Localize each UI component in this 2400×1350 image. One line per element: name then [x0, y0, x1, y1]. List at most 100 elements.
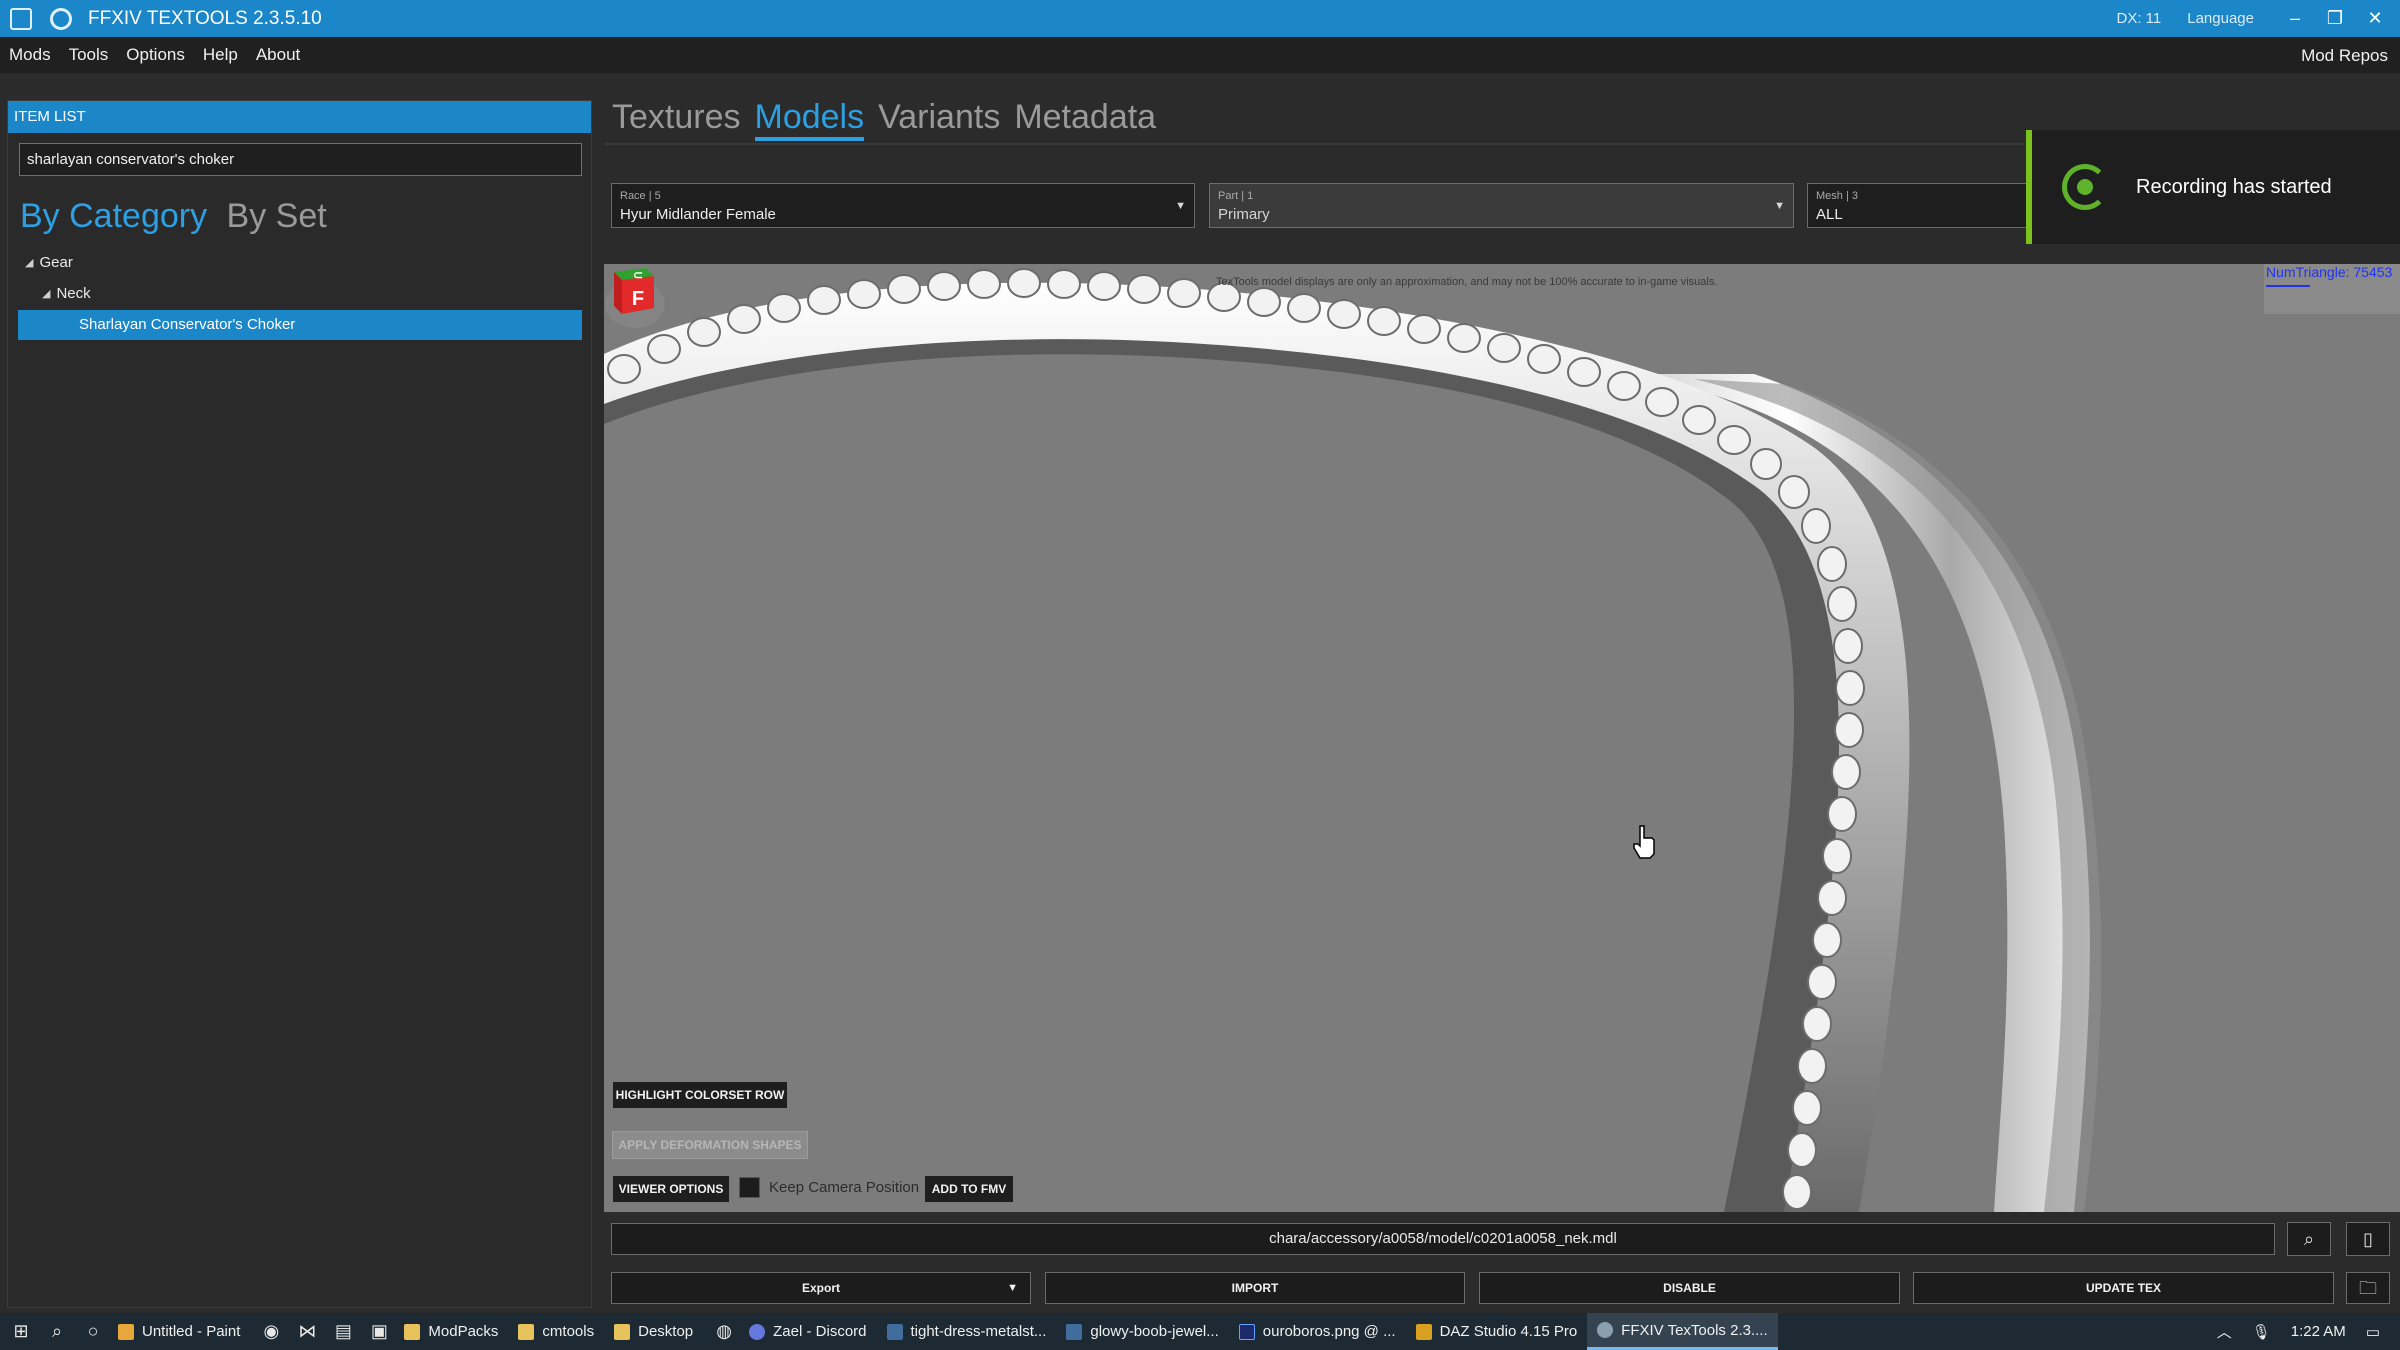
- mod-repos-button[interactable]: Mod Repos: [2301, 46, 2388, 66]
- taskbar-app-cmtools[interactable]: cmtools: [508, 1313, 604, 1350]
- race-label: Race | 5: [620, 190, 661, 202]
- mesh-dropdown[interactable]: Mesh | 3 ALL: [1807, 183, 2027, 228]
- recording-icon: [2062, 164, 2108, 210]
- race-value: Hyur Midlander Female: [620, 206, 776, 223]
- tab-metadata[interactable]: Metadata: [1014, 98, 1156, 141]
- menu-about[interactable]: About: [256, 45, 300, 65]
- minimize-button[interactable]: –: [2280, 8, 2310, 29]
- window-title: FFXIV TEXTOOLS 2.3.5.10: [88, 7, 322, 29]
- model-path-field[interactable]: chara/accessory/a0058/model/c0201a0058_n…: [611, 1223, 2275, 1255]
- axis-front-letter: F: [632, 288, 644, 310]
- axis-cube-icon[interactable]: ⊂ F: [604, 264, 666, 328]
- menu-tools[interactable]: Tools: [69, 45, 109, 65]
- main-tabs: Textures Models Variants Metadata: [612, 98, 1170, 141]
- taskbar-app-paint[interactable]: Untitled - Paint: [108, 1313, 250, 1350]
- race-dropdown[interactable]: Race | 5 Hyur Midlander Female ▼: [611, 183, 1195, 228]
- model-viewport[interactable]: TexTools model displays are only an appr…: [604, 264, 2400, 1212]
- chevron-down-icon: ▼: [1175, 200, 1186, 212]
- file-icon[interactable]: ▯: [2346, 1222, 2390, 1256]
- chevron-down-icon[interactable]: ▼: [1007, 1273, 1018, 1303]
- windows-taskbar: ⊞ ⌕ ○ Untitled - Paint ◉ ⋈ ▤ ▣ ModPacks …: [0, 1313, 2400, 1350]
- model-disclaimer: TexTools model displays are only an appr…: [1216, 276, 1718, 288]
- tab-models[interactable]: Models: [754, 98, 865, 141]
- chevron-down-icon: ▼: [1774, 200, 1785, 212]
- tab-textures[interactable]: Textures: [612, 98, 741, 141]
- export-label: Export: [801, 1281, 840, 1295]
- tree-node-label: Gear: [39, 254, 73, 271]
- github-icon[interactable]: [50, 7, 72, 30]
- apply-deformation-shapes-button[interactable]: APPLY DEFORMATION SHAPES: [612, 1131, 808, 1159]
- explorer-icon[interactable]: ▣: [364, 1313, 394, 1350]
- import-button[interactable]: IMPORT: [1045, 1272, 1465, 1304]
- notepad-icon[interactable]: ▤: [328, 1313, 358, 1350]
- taskbar-app-tight-dress[interactable]: tight-dress-metalst...: [877, 1313, 1057, 1350]
- tree-node-neck[interactable]: ◢ Neck: [42, 285, 91, 302]
- search-icon[interactable]: ⌕: [42, 1313, 72, 1350]
- vs-icon[interactable]: ⋈: [292, 1313, 322, 1350]
- tree-node-gear[interactable]: ◢ Gear: [25, 254, 73, 271]
- mesh-label: Mesh | 3: [1816, 190, 1858, 202]
- part-value: Primary: [1218, 206, 1270, 223]
- add-to-fmv-button[interactable]: ADD TO FMV: [924, 1175, 1014, 1203]
- triangle-count: NumTriangle: 75453: [2264, 264, 2400, 314]
- windows-start-icon[interactable]: ⊞: [6, 1313, 36, 1350]
- close-button[interactable]: ✕: [2360, 8, 2390, 29]
- taskbar-app-modpacks[interactable]: ModPacks: [394, 1313, 508, 1350]
- tab-variants[interactable]: Variants: [878, 98, 1000, 141]
- part-dropdown[interactable]: Part | 1 Primary ▼: [1209, 183, 1794, 228]
- keep-camera-checkbox[interactable]: Keep Camera Position: [739, 1177, 919, 1198]
- viewer-options-button[interactable]: VIEWER OPTIONS: [612, 1175, 730, 1203]
- system-tray: ︿ 🎙 1:22 AM ▭: [2217, 1313, 2400, 1350]
- item-list-header: ITEM LIST: [8, 101, 591, 133]
- title-bar: FFXIV TEXTOOLS 2.3.5.10 DX: 11 Language …: [0, 0, 2400, 37]
- part-label: Part | 1: [1218, 190, 1254, 202]
- dx-version[interactable]: DX: 11: [2117, 10, 2162, 27]
- tab-by-set[interactable]: By Set: [227, 197, 327, 235]
- item-list-panel: ITEM LIST By Category By Set ◢ Gear ◢ Ne…: [7, 100, 592, 1308]
- taskbar-app-discord[interactable]: Zael - Discord: [739, 1313, 876, 1350]
- taskbar-app-desktop[interactable]: Desktop: [604, 1313, 703, 1350]
- tabs-divider: [605, 143, 2025, 145]
- taskbar-app-glowy[interactable]: glowy-boob-jewel...: [1056, 1313, 1228, 1350]
- menu-bar: Mods Tools Options Help About Mod Repos: [0, 37, 2400, 73]
- menu-options[interactable]: Options: [126, 45, 185, 65]
- item-search-input[interactable]: [19, 143, 582, 176]
- triangle-count-text: NumTriangle: 75453: [2266, 264, 2393, 280]
- tree-item-selected[interactable]: Sharlayan Conservator's Choker: [18, 310, 582, 340]
- app-icon: [10, 7, 32, 30]
- update-tex-button[interactable]: UPDATE TEX: [1913, 1272, 2334, 1304]
- tree-node-label: Neck: [56, 285, 91, 302]
- taskbar-app-textools[interactable]: FFXIV TexTools 2.3....: [1587, 1313, 1778, 1350]
- menu-help[interactable]: Help: [203, 45, 238, 65]
- menu-mods[interactable]: Mods: [9, 45, 51, 65]
- language-button[interactable]: Language: [2187, 10, 2254, 27]
- triangle-count-underline: [2266, 285, 2310, 287]
- clock-text[interactable]: 1:22 AM: [2291, 1323, 2346, 1340]
- restore-button[interactable]: ❐: [2320, 8, 2350, 29]
- choker-model-render: [604, 268, 2102, 1212]
- chrome-icon[interactable]: ◍: [709, 1313, 739, 1350]
- recording-toast[interactable]: Recording has started: [2026, 130, 2400, 244]
- obs-icon[interactable]: ◉: [256, 1313, 286, 1350]
- expand-arrow-icon[interactable]: ◢: [42, 287, 50, 300]
- mesh-value: ALL: [1816, 206, 1843, 223]
- taskbar-app-photoshop[interactable]: ouroboros.png @ ...: [1229, 1313, 1406, 1350]
- hand-cursor-icon: [1633, 825, 1655, 859]
- tab-by-category[interactable]: By Category: [20, 197, 207, 235]
- export-button[interactable]: Export ▼: [611, 1272, 1031, 1304]
- notification-icon[interactable]: ▭: [2366, 1323, 2380, 1341]
- cortana-icon[interactable]: ○: [78, 1313, 108, 1350]
- search-icon[interactable]: ⌕: [2287, 1222, 2331, 1256]
- keep-camera-label: Keep Camera Position: [769, 1179, 920, 1196]
- app-window: FFXIV TEXTOOLS 2.3.5.10 DX: 11 Language …: [0, 0, 2400, 1350]
- disable-button[interactable]: DISABLE: [1479, 1272, 1900, 1304]
- axis-top-letter: ⊂: [633, 268, 643, 282]
- highlight-colorset-row-button[interactable]: HIGHLIGHT COLORSET ROW: [612, 1081, 788, 1109]
- chevron-up-icon[interactable]: ︿: [2217, 1321, 2232, 1342]
- recording-text: Recording has started: [2136, 175, 2332, 198]
- microphone-icon[interactable]: 🎙: [2252, 1323, 2271, 1341]
- checkbox-box[interactable]: [739, 1177, 760, 1198]
- expand-arrow-icon[interactable]: ◢: [25, 256, 33, 269]
- folder-icon[interactable]: 🗀: [2346, 1272, 2390, 1304]
- taskbar-app-daz[interactable]: DAZ Studio 4.15 Pro: [1406, 1313, 1588, 1350]
